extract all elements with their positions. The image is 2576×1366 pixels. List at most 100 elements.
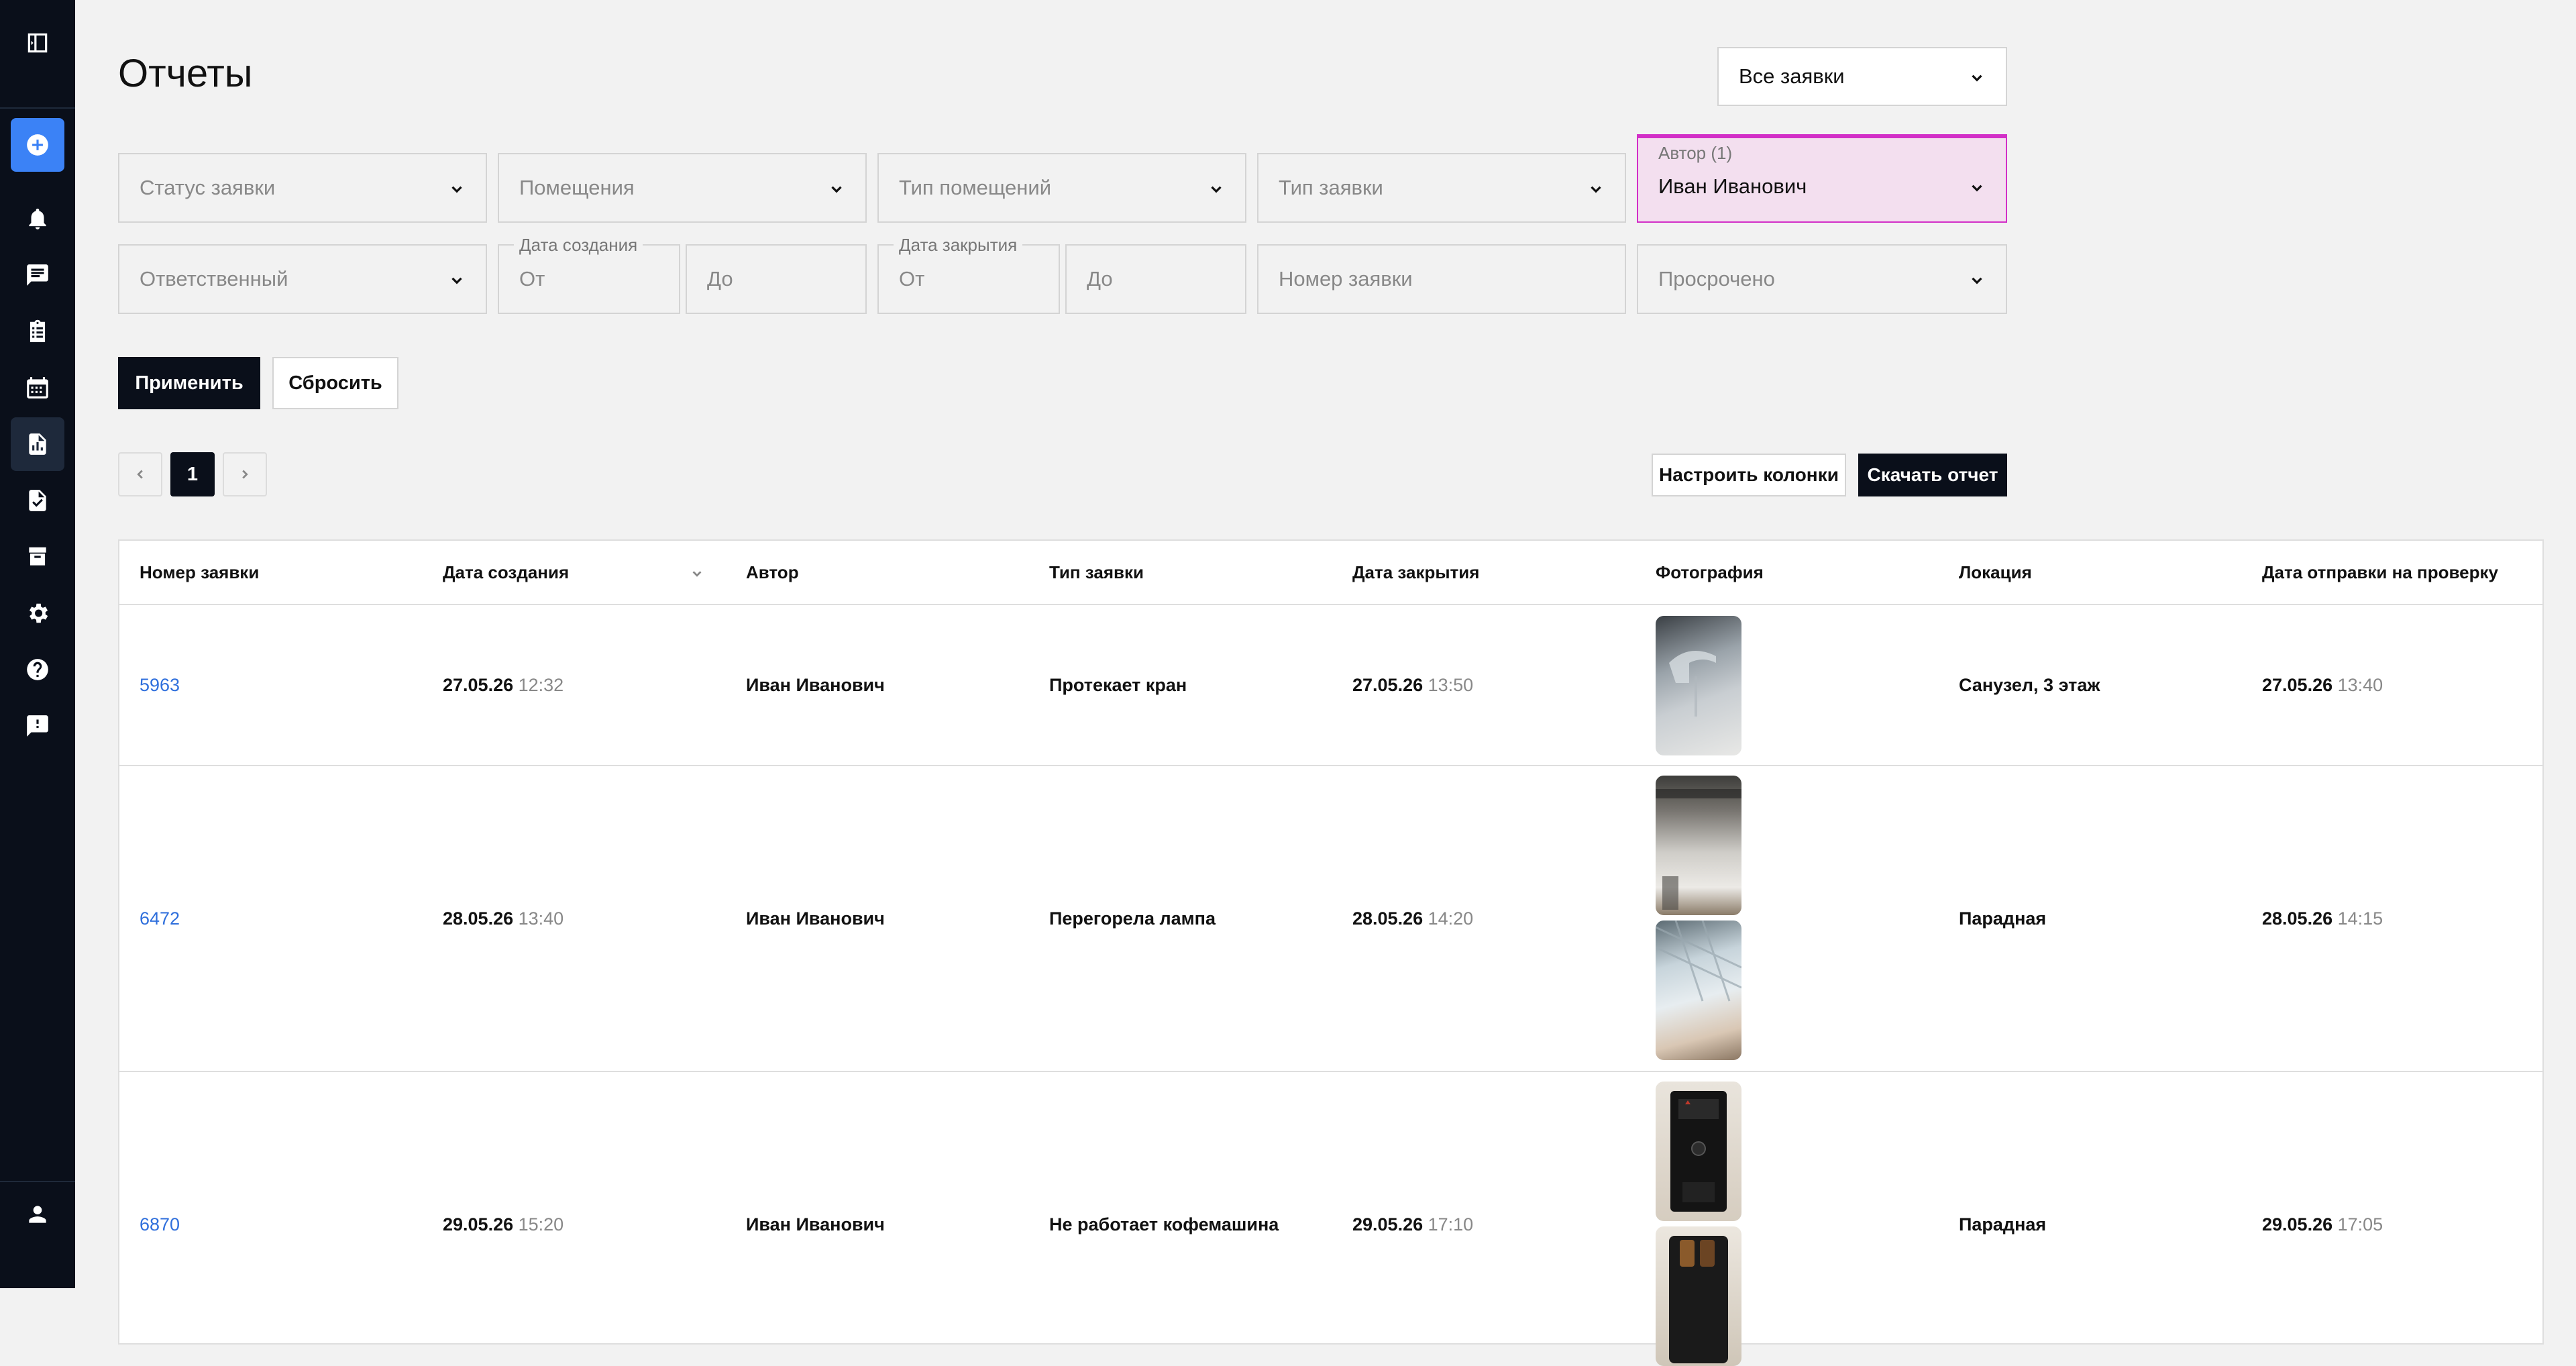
responsible-filter-placeholder: Ответственный <box>140 267 288 291</box>
rooms-filter[interactable]: Помещения <box>498 153 867 223</box>
next-page-button[interactable] <box>223 452 267 496</box>
photo-thumbnail[interactable] <box>1656 1226 1741 1366</box>
sidebar-divider <box>0 107 75 109</box>
created-datetime: 28.05.26 13:40 <box>443 908 564 929</box>
table-row[interactable]: 6472 28.05.26 13:40 Иван Иванович Перего… <box>119 766 2542 1072</box>
created-datetime: 27.05.26 12:32 <box>443 675 564 696</box>
created-to-placeholder: До <box>707 267 733 291</box>
chevron-down-icon <box>1968 270 1986 288</box>
column-header-number[interactable]: Номер заявки <box>140 541 259 604</box>
overdue-filter[interactable]: Просрочено <box>1637 244 2007 314</box>
chevron-down-icon <box>1587 179 1605 197</box>
checklist-icon[interactable] <box>11 474 64 527</box>
reset-button[interactable]: Сбросить <box>272 357 398 409</box>
sidebar <box>0 0 75 1288</box>
created-date: 27.05.26 <box>443 675 514 695</box>
closed-to-input[interactable]: До <box>1065 244 1246 314</box>
column-header-type[interactable]: Тип заявки <box>1049 541 1144 604</box>
column-header-created-label: Дата создания <box>443 562 570 582</box>
request-type-filter-placeholder: Тип заявки <box>1279 176 1383 199</box>
chevron-down-icon <box>448 270 466 288</box>
feedback-icon[interactable] <box>11 699 64 753</box>
sidebar-toggle-icon[interactable] <box>11 16 64 70</box>
request-number-input[interactable]: Номер заявки <box>1257 244 1626 314</box>
table-row[interactable]: 5963 27.05.26 12:32 Иван Иванович Протек… <box>119 605 2542 766</box>
profile-icon[interactable] <box>11 1188 64 1241</box>
page-1-button[interactable]: 1 <box>170 452 215 496</box>
closed-datetime: 29.05.26 17:10 <box>1352 1214 1473 1235</box>
closed-from-placeholder: От <box>899 267 925 291</box>
location-cell: Санузел, 3 этаж <box>1959 675 2100 695</box>
created-date: 29.05.26 <box>443 1214 514 1234</box>
prev-page-button[interactable] <box>118 452 162 496</box>
messages-icon[interactable] <box>11 248 64 302</box>
request-type-filter[interactable]: Тип заявки <box>1257 153 1626 223</box>
page-title: Отчеты <box>118 52 253 95</box>
archive-icon[interactable] <box>11 530 64 584</box>
column-header-created[interactable]: Дата создания <box>443 541 704 604</box>
location-cell: Парадная <box>1959 908 2047 929</box>
closed-date: 29.05.26 <box>1352 1214 1424 1234</box>
sort-chevron-down-icon[interactable] <box>690 565 704 580</box>
overdue-filter-placeholder: Просрочено <box>1658 267 1775 291</box>
type-cell: Перегорела лампа <box>1049 908 1216 929</box>
help-icon[interactable] <box>11 643 64 696</box>
add-request-icon[interactable] <box>11 118 64 172</box>
photo-thumbnail[interactable] <box>1656 921 1741 1060</box>
created-to-input[interactable]: До <box>686 244 867 314</box>
sent-date: 28.05.26 <box>2262 908 2333 929</box>
chevron-down-icon <box>1208 179 1225 197</box>
status-filter-placeholder: Статус заявки <box>140 176 276 199</box>
closed-datetime: 27.05.26 13:50 <box>1352 675 1473 696</box>
notifications-icon[interactable] <box>11 192 64 246</box>
author-cell: Иван Иванович <box>746 1214 885 1234</box>
type-cell: Не работает кофемашина <box>1049 1214 1279 1234</box>
closed-datetime: 28.05.26 14:20 <box>1352 908 1473 929</box>
closed-date: 27.05.26 <box>1352 675 1424 695</box>
requests-scope-value: Все заявки <box>1739 64 1845 88</box>
configure-columns-button[interactable]: Настроить колонки <box>1652 454 1846 496</box>
closed-to-placeholder: До <box>1087 267 1113 291</box>
closed-time: 14:20 <box>1428 908 1474 929</box>
photo-thumbnail[interactable] <box>1656 776 1741 915</box>
table-row[interactable]: 6870 29.05.26 15:20 Иван Иванович Не раб… <box>119 1072 2542 1366</box>
download-report-button[interactable]: Скачать отчет <box>1858 454 2007 496</box>
created-time: 13:40 <box>518 908 564 929</box>
chevron-down-icon <box>828 179 845 197</box>
closed-date-label: Дата закрытия <box>894 235 1023 256</box>
sidebar-divider <box>0 1181 75 1182</box>
created-date-label: Дата создания <box>514 235 643 256</box>
request-number-link[interactable]: 6870 <box>140 1214 180 1235</box>
settings-icon[interactable] <box>11 586 64 640</box>
requests-scope-select[interactable]: Все заявки <box>1717 47 2007 106</box>
column-header-author[interactable]: Автор <box>746 541 799 604</box>
closed-time: 17:10 <box>1428 1214 1474 1234</box>
reports-table: Номер заявки Дата создания Автор Тип зая… <box>118 539 2544 1366</box>
apply-button[interactable]: Применить <box>118 357 260 409</box>
chevron-down-icon <box>1968 178 1986 195</box>
author-cell: Иван Иванович <box>746 908 885 929</box>
status-filter[interactable]: Статус заявки <box>118 153 487 223</box>
photo-thumbnail[interactable] <box>1656 616 1741 755</box>
room-type-filter[interactable]: Тип помещений <box>877 153 1246 223</box>
chevron-right-icon <box>242 470 248 479</box>
photo-thumbnail[interactable] <box>1656 1082 1741 1221</box>
responsible-filter[interactable]: Ответственный <box>118 244 487 314</box>
rooms-filter-placeholder: Помещения <box>519 176 635 199</box>
sent-time: 17:05 <box>2337 1214 2383 1234</box>
calendar-icon[interactable] <box>11 361 64 415</box>
column-header-closed[interactable]: Дата закрытия <box>1352 541 1479 604</box>
author-filter[interactable]: Автор (1) Иван Иванович <box>1637 134 2007 223</box>
column-header-photo[interactable]: Фотография <box>1656 541 1764 604</box>
column-header-sent[interactable]: Дата отправки на проверку <box>2262 541 2498 604</box>
clipboard-list-icon[interactable] <box>11 305 64 358</box>
created-time: 12:32 <box>518 675 564 695</box>
chevron-down-icon <box>448 179 466 197</box>
chevron-down-icon <box>1968 68 1986 85</box>
reports-icon[interactable] <box>11 417 64 471</box>
sent-date: 29.05.26 <box>2262 1214 2333 1234</box>
column-header-location[interactable]: Локация <box>1959 541 2032 604</box>
request-number-link[interactable]: 6472 <box>140 908 180 929</box>
created-time: 15:20 <box>518 1214 564 1234</box>
request-number-link[interactable]: 5963 <box>140 675 180 696</box>
